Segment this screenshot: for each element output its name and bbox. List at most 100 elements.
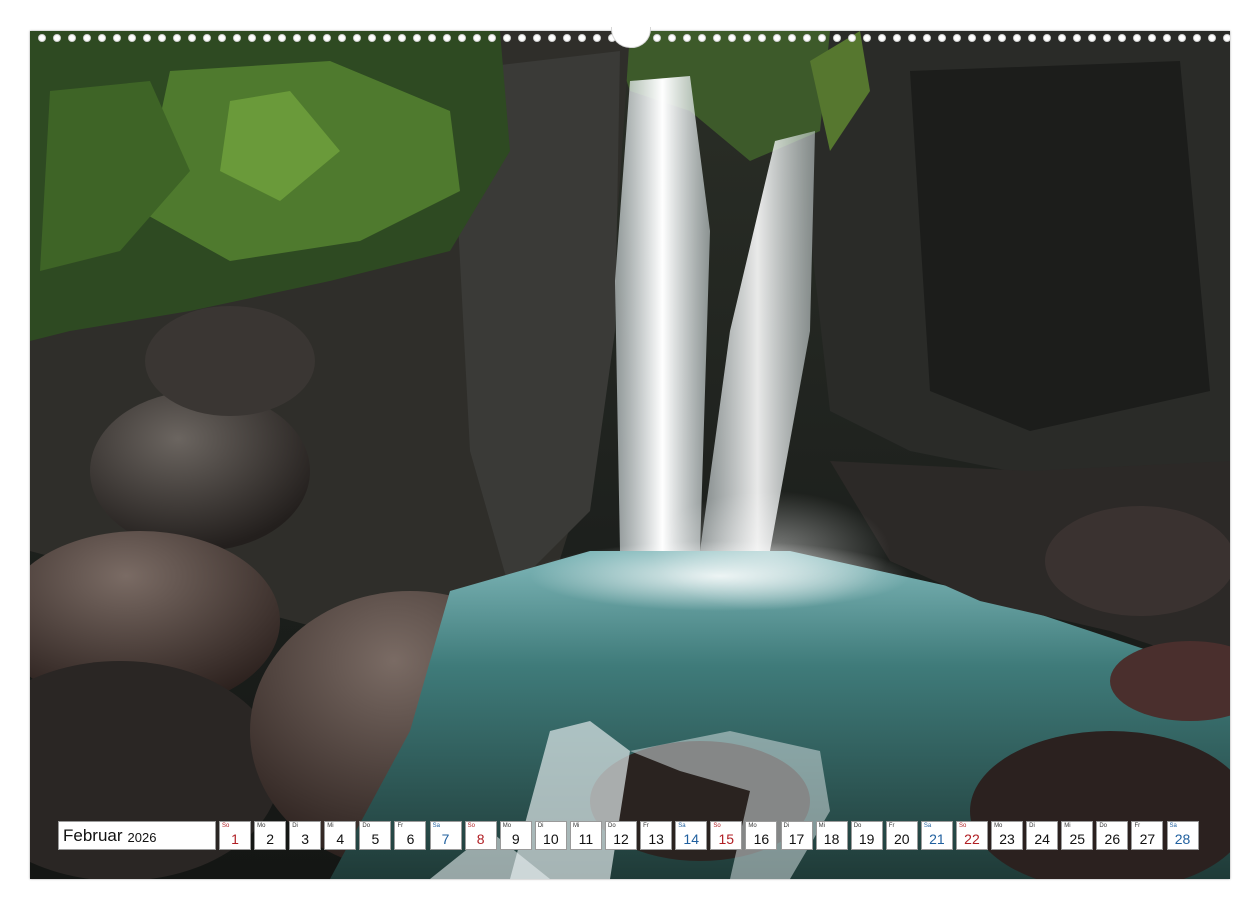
calendar-day-cell: Fr 13 <box>640 821 673 850</box>
day-number: 27 <box>1139 831 1156 847</box>
binding-hole <box>413 34 421 42</box>
binding-hole <box>863 34 871 42</box>
day-number: 22 <box>964 831 980 847</box>
calendar-day-cell: Sa 28 <box>1166 821 1199 850</box>
weekday-abbrev: Fr <box>643 823 649 829</box>
weekday-abbrev: Sa <box>432 823 440 829</box>
day-number: 7 <box>441 831 450 847</box>
day-number: 21 <box>929 831 945 847</box>
day-number: 4 <box>336 831 345 847</box>
month-year: 2026 <box>127 829 157 845</box>
binding-hole <box>1043 34 1051 42</box>
month-label-box: Februar 2026 <box>58 821 216 850</box>
day-number: 28 <box>1174 831 1191 847</box>
weekday-abbrev: Mi <box>818 823 825 829</box>
weekday-abbrev: Di <box>537 823 544 829</box>
binding-hole <box>593 34 601 42</box>
day-number: 13 <box>648 831 664 847</box>
binding-hole <box>323 34 331 42</box>
binding-hole <box>488 34 496 42</box>
calendar-day-cell: Mo 23 <box>991 821 1024 850</box>
binding-hole <box>1058 34 1066 42</box>
weekday-abbrev: Do <box>1099 823 1108 829</box>
binding-hole <box>683 34 691 42</box>
binding-hole <box>83 34 91 42</box>
binding-hole <box>263 34 271 42</box>
calendar-day-cell: Di 3 <box>289 821 322 850</box>
calendar-day-cell: Mo 16 <box>745 821 778 850</box>
binding-hole <box>368 34 376 42</box>
binding-hole <box>293 34 301 42</box>
day-number: 11 <box>578 831 594 847</box>
binding-hole <box>953 34 961 42</box>
day-number: 16 <box>753 831 770 847</box>
binding-hole <box>983 34 991 42</box>
day-number: 18 <box>823 831 840 847</box>
weekday-abbrev: So <box>222 823 230 829</box>
weekday-abbrev: Fr <box>397 823 404 829</box>
weekday-abbrev: Do <box>608 823 616 829</box>
calendar-day-cell: Sa 7 <box>429 821 462 850</box>
binding-hole <box>248 34 256 42</box>
day-number: 26 <box>1104 831 1121 847</box>
binding-hole <box>728 34 736 42</box>
binding-hole <box>1118 34 1126 42</box>
binding-hole <box>1148 34 1156 42</box>
binding-hole <box>923 34 931 42</box>
binding-hole <box>698 34 706 42</box>
binding-hole <box>578 34 586 42</box>
weekday-abbrev: Do <box>853 823 862 829</box>
binding-hole <box>713 34 721 42</box>
binding-hole <box>218 34 226 42</box>
binding-hole <box>803 34 811 42</box>
binding-hole <box>1133 34 1141 42</box>
calendar-day-cell: Di 10 <box>534 821 567 850</box>
day-number: 8 <box>476 831 485 847</box>
binding-hole <box>653 34 661 42</box>
weekday-abbrev: Mo <box>748 823 757 829</box>
day-number: 5 <box>371 831 380 847</box>
binding-hole <box>908 34 916 42</box>
day-number: 3 <box>301 831 310 847</box>
day-number: 25 <box>1069 831 1086 847</box>
calendar-day-cell: Mi 25 <box>1061 821 1094 850</box>
binding-hole <box>398 34 406 42</box>
binding-hole <box>1088 34 1096 42</box>
weekday-abbrev: Di <box>1029 823 1035 829</box>
calendar-day-cell: Fr 20 <box>885 821 918 850</box>
day-number: 19 <box>858 831 875 847</box>
binding-hole <box>878 34 886 42</box>
calendar-day-cell: Do 12 <box>605 821 638 850</box>
binding-hole <box>788 34 796 42</box>
binding-hole <box>773 34 781 42</box>
day-number: 2 <box>266 831 274 847</box>
binding-hole <box>308 34 316 42</box>
day-number: 20 <box>893 831 910 847</box>
binding-hole <box>1208 34 1216 42</box>
binding-hole <box>998 34 1006 42</box>
weekday-abbrev: Di <box>292 823 298 829</box>
calendar-day-cell: Do 26 <box>1096 821 1129 850</box>
weekday-abbrev: So <box>713 823 721 829</box>
calendar-day-cell: Sa 21 <box>920 821 953 850</box>
weekday-abbrev: Mi <box>1064 823 1071 829</box>
binding-hole <box>533 34 541 42</box>
binding-hole <box>1193 34 1201 42</box>
calendar-day-cell: So 22 <box>955 821 988 850</box>
waterfall-photo <box>30 31 1230 879</box>
binding-hole <box>278 34 286 42</box>
day-number: 23 <box>999 831 1015 847</box>
binding-hole <box>353 34 361 42</box>
calendar-day-cell: So 8 <box>464 821 497 850</box>
binding-hole <box>1103 34 1111 42</box>
binding-hole <box>53 34 61 42</box>
binding-hole <box>383 34 391 42</box>
binding-hole <box>473 34 481 42</box>
binding-hole <box>1073 34 1081 42</box>
day-number: 24 <box>1034 831 1050 847</box>
calendar-strip: Februar 2026 So 1 Mo 2 Di 3 Mi 4 Do 5 Fr 6 Sa 7 So 8 Mo 9… <box>58 821 1202 850</box>
weekday-abbrev: Mo <box>502 823 512 829</box>
weekday-abbrev: Mi <box>572 823 580 829</box>
calendar-day-cell: Di 24 <box>1026 821 1059 850</box>
binding-hole <box>1223 34 1230 42</box>
